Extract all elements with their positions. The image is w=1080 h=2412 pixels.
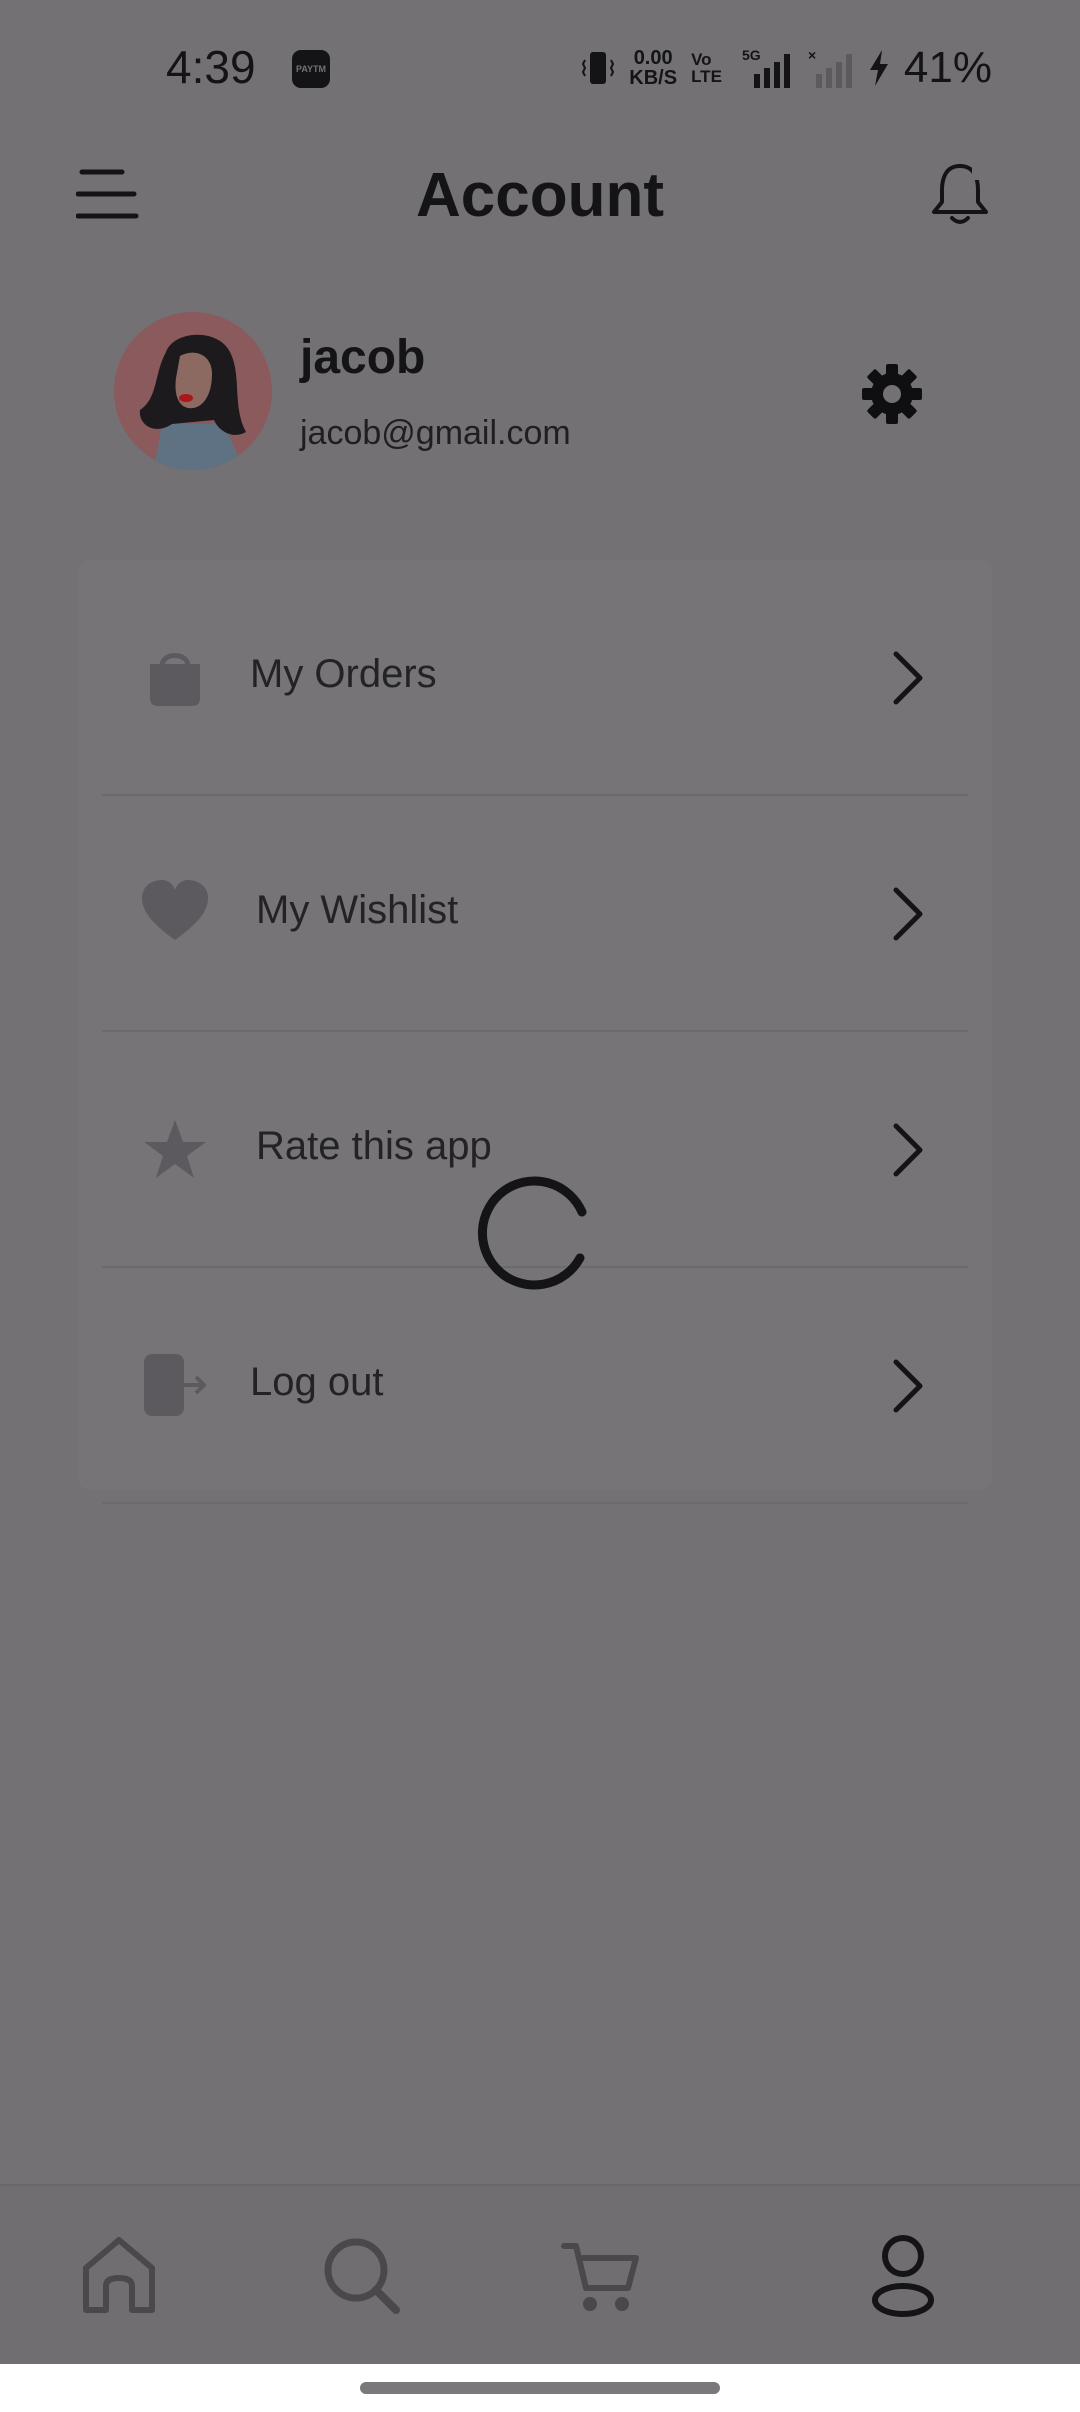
menu-item-my-orders[interactable]: My Orders <box>78 560 992 796</box>
system-gesture-area <box>0 2364 1080 2412</box>
signal-sim2-icon: × <box>808 47 852 88</box>
signal-5g-icon: 5G <box>742 47 790 88</box>
app-header: Account <box>0 140 1080 250</box>
avatar[interactable] <box>114 312 272 470</box>
menu-item-my-wishlist[interactable]: My Wishlist <box>78 796 992 1032</box>
menu-item-label: Rate this app <box>256 1124 492 1168</box>
menu-item-label: My Wishlist <box>256 888 459 932</box>
home-icon[interactable] <box>76 2232 162 2318</box>
logout-icon <box>144 1354 207 1416</box>
profile-section: jacob jacob@gmail.com <box>0 312 1080 472</box>
chevron-right-icon <box>893 887 923 941</box>
cart-icon[interactable] <box>558 2232 644 2318</box>
bottom-navigation <box>0 2184 1080 2364</box>
chevron-right-icon <box>893 1359 923 1413</box>
star-icon <box>144 1120 206 1178</box>
avatar-image <box>114 312 272 470</box>
account-menu: My Orders My Wishlist Rate this app Log … <box>78 560 992 1504</box>
net-speed: 0.00 KB/S <box>629 47 678 89</box>
status-bar: 4:39 PAYTM 0.00 KB/S Vo LTE 5G × 41% <box>0 0 1080 140</box>
user-email: jacob@gmail.com <box>300 414 571 452</box>
notification-bell-icon[interactable] <box>928 158 992 228</box>
svg-text:×: × <box>808 47 816 63</box>
menu-item-log-out[interactable]: Log out <box>78 1268 992 1504</box>
charging-icon <box>869 50 888 86</box>
loading-spinner-icon <box>477 1176 587 1290</box>
profile-icon[interactable] <box>858 2232 948 2318</box>
home-indicator[interactable] <box>360 2382 720 2394</box>
paytm-notification-icon: PAYTM <box>292 50 330 88</box>
shopping-bag-icon <box>150 653 200 706</box>
battery-percent: 41% <box>903 43 992 92</box>
vibrate-icon <box>582 52 615 84</box>
user-name: jacob <box>300 331 426 384</box>
status-time: 4:39 <box>166 41 256 93</box>
svg-text:5G: 5G <box>742 47 761 63</box>
page-title: Account <box>416 161 664 230</box>
search-icon[interactable] <box>318 2232 404 2318</box>
heart-icon <box>142 880 208 940</box>
settings-gear-icon[interactable] <box>860 362 924 426</box>
chevron-right-icon <box>893 1123 923 1177</box>
volte-indicator: Vo LTE <box>691 50 722 86</box>
chevron-right-icon <box>893 651 923 705</box>
menu-item-label: Log out <box>250 1360 384 1404</box>
divider <box>102 1502 968 1504</box>
status-indicators: 0.00 KB/S Vo LTE 5G × 41% <box>581 38 992 98</box>
menu-item-label: My Orders <box>250 652 437 696</box>
